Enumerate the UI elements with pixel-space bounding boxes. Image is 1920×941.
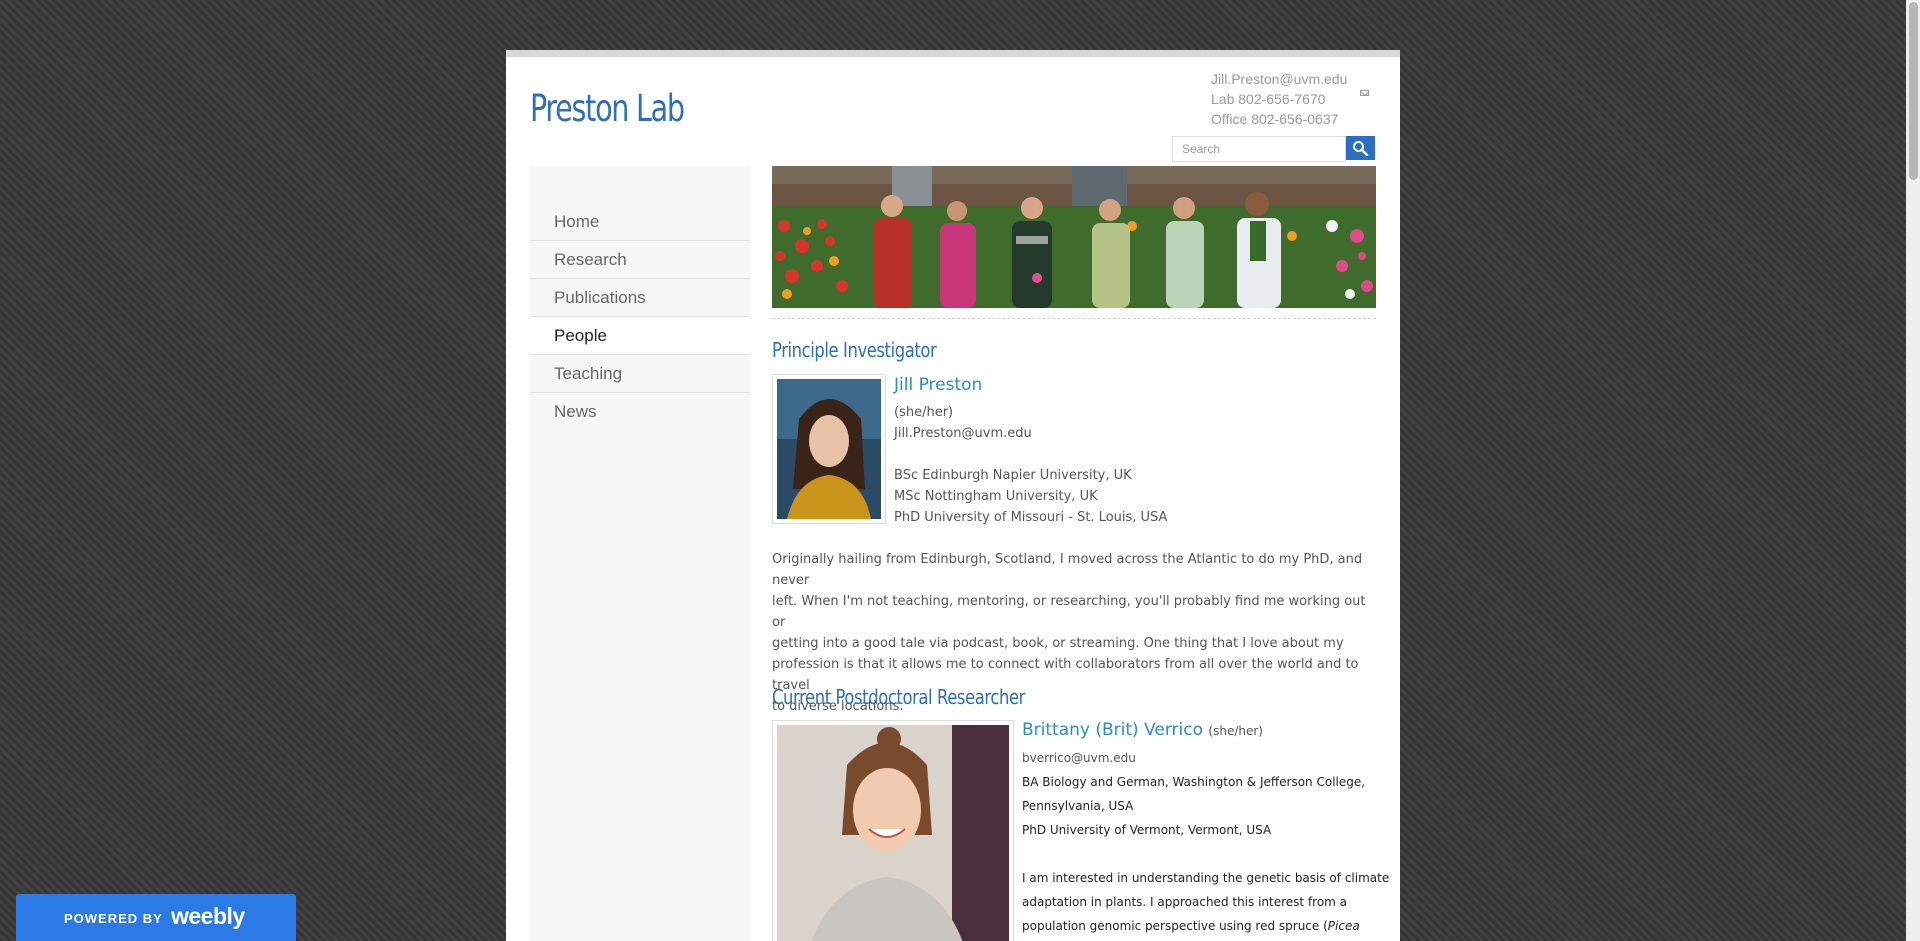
postdoc-heading: Current Postdoctoral Researcher [772, 685, 1025, 709]
pi-name[interactable]: Jill Preston [894, 375, 982, 395]
postdoc-bio: I am interested in understanding the gen… [1022, 866, 1389, 938]
pi-portrait [777, 379, 881, 519]
postdoc-edu-line: BA Biology and German, Washington & Jeff… [1022, 775, 1366, 789]
postdoc-email[interactable]: bverrico@uvm.edu [1022, 747, 1136, 769]
pi-photo-frame [772, 374, 886, 524]
contact-info: Jill.Preston@uvm.edu Lab 802-656-7670 Of… [1211, 69, 1347, 129]
nav-item-research[interactable]: Research [530, 241, 750, 279]
contact-email[interactable]: Jill.Preston@uvm.edu [1211, 69, 1347, 89]
nav-item-home[interactable]: Home [530, 203, 750, 241]
postdoc-name-row: Brittany (Brit) Verrico (she/her) [1022, 720, 1263, 740]
group-photo-illustration [772, 166, 1376, 308]
nav-item-publications[interactable]: Publications [530, 279, 750, 317]
weebly-logo: weebly [171, 903, 245, 929]
contact-office-phone: Office 802-656-0637 [1211, 111, 1339, 127]
pi-edu-line: PhD University of Missouri - St. Louis, … [894, 510, 1168, 525]
nav-item-people[interactable]: People [530, 317, 750, 355]
pi-bio-line: left. When I'm not teaching, mentoring, … [772, 594, 1366, 630]
section-divider [772, 318, 1376, 319]
lab-group-photo [772, 166, 1376, 308]
postdoc-edu: BA Biology and German, Washington & Jeff… [1022, 770, 1365, 842]
postdoc-bio-text: population genomic perspective using red… [1022, 919, 1328, 933]
postdoc-edu-line: PhD University of Vermont, Vermont, USA [1022, 823, 1272, 837]
page-container: Preston Lab Jill.Preston@uvm.edu Lab 802… [506, 50, 1400, 941]
weebly-badge[interactable]: POWERED BY weebly [16, 894, 296, 941]
scrollbar-thumb[interactable] [1909, 2, 1918, 180]
postdoc-name[interactable]: Brittany (Brit) Verrico [1022, 720, 1203, 740]
postdoc-bio-line: I am interested in understanding the gen… [1022, 871, 1390, 885]
weebly-powered-by: POWERED BY [64, 911, 163, 926]
postdoc-bio-line-last: population genomic perspective using red… [1022, 914, 1389, 938]
pi-email[interactable]: Jill.Preston@uvm.edu [894, 423, 1167, 444]
pi-heading: Principle Investigator [772, 338, 937, 362]
sidebar-nav: Home Research Publications People Teachi… [530, 166, 750, 941]
postdoc-bio-italic: Picea [1327, 919, 1360, 933]
search-icon [1353, 141, 1369, 156]
mail-icon[interactable] [1360, 90, 1369, 96]
nav-item-news[interactable]: News [530, 393, 750, 431]
search-input[interactable] [1182, 142, 1342, 156]
pi-edu-line: MSc Nottingham University, UK [894, 489, 1098, 504]
pi-bio-line: Originally hailing from Edinburgh, Scotl… [772, 552, 1363, 588]
postdoc-pronouns: (she/her) [1208, 724, 1263, 738]
postdoc-photo-frame [772, 720, 1014, 941]
postdoc-portrait [777, 725, 1009, 941]
search-field[interactable] [1172, 136, 1346, 162]
pi-details: (she/her) Jill.Preston@uvm.edu BSc Edinb… [894, 402, 1167, 528]
postdoc-edu-line: Pennsylvania, USA [1022, 799, 1134, 813]
nav-item-teaching[interactable]: Teaching [530, 355, 750, 393]
pi-edu-line: BSc Edinburgh Napier University, UK [894, 468, 1132, 483]
site-title[interactable]: Preston Lab [530, 87, 685, 130]
contact-lab-phone: Lab 802-656-7670 [1211, 91, 1326, 107]
pi-pronouns: (she/her) [894, 405, 954, 420]
search-button[interactable] [1346, 136, 1375, 160]
postdoc-bio-line: adaptation in plants. I approached this … [1022, 895, 1348, 909]
pi-bio-line: getting into a good tale via podcast, bo… [772, 636, 1344, 651]
